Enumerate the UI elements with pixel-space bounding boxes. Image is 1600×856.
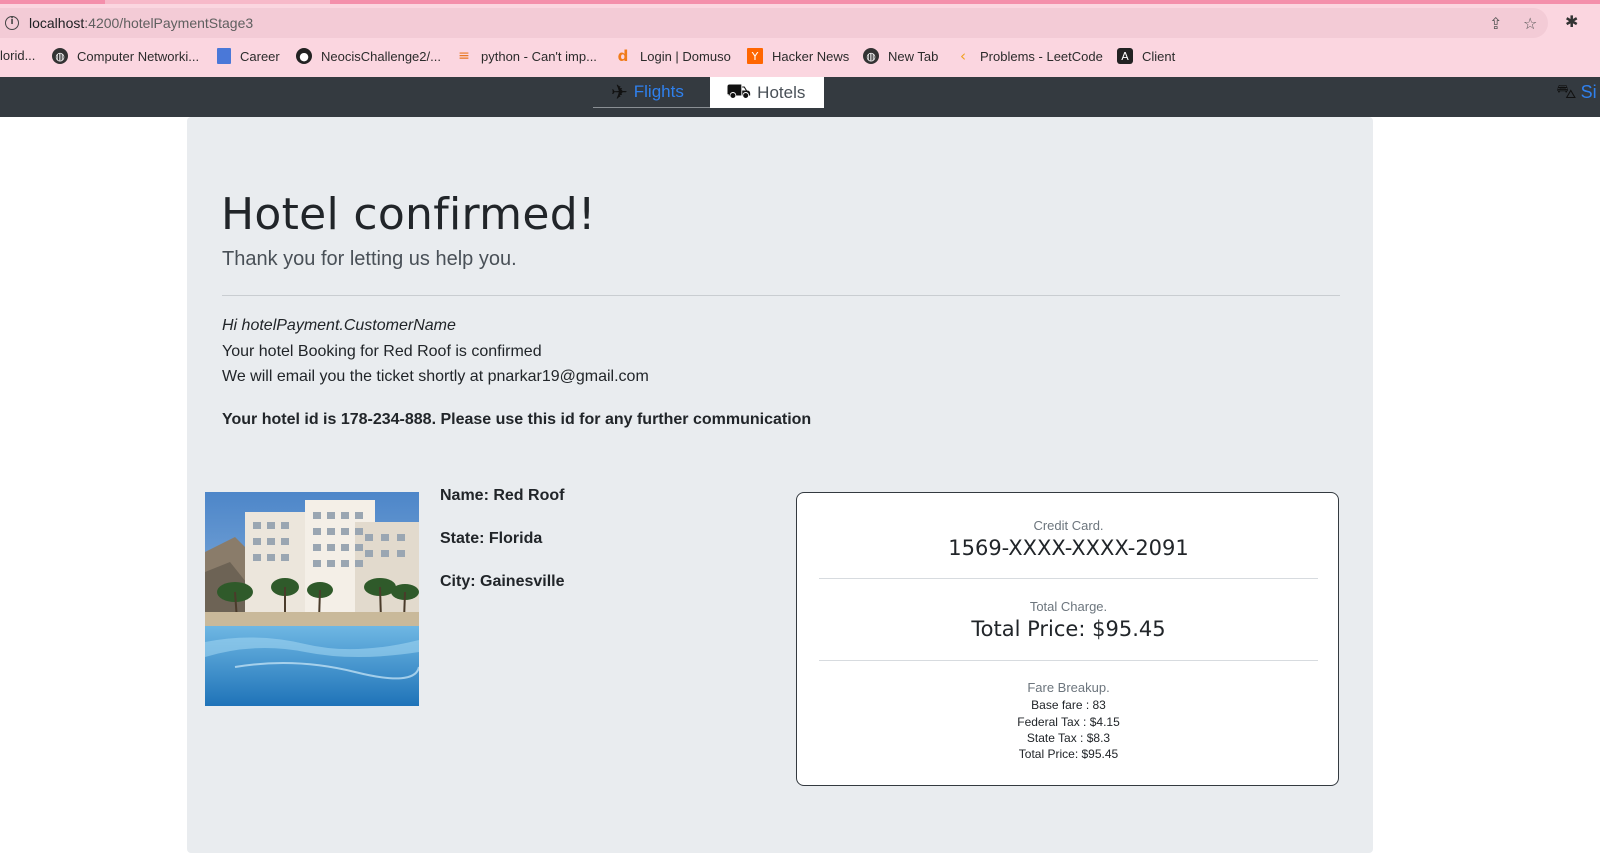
confirmation-panel: Hotel confirmed! Thank you for letting u… <box>187 117 1373 853</box>
address-bar[interactable]: i localhost:4200/hotelPaymentStage3 ⇪ ☆ <box>0 8 1548 38</box>
hotel-id-text: Your hotel id is 178-234-888. Please use… <box>222 411 812 428</box>
fare-breakup-label: Fare Breakup. <box>1027 680 1110 695</box>
card-divider <box>819 578 1318 579</box>
tab-strip <box>0 0 1600 4</box>
github-icon: ● <box>296 48 312 64</box>
bookmark-item[interactable]: Y Hacker News <box>747 48 849 64</box>
plane-icon: ✈ <box>611 80 628 104</box>
stackoverflow-icon: ≡ <box>458 48 470 64</box>
bookmark-item[interactable]: Career <box>217 48 280 64</box>
star-icon[interactable]: ☆ <box>1523 14 1537 33</box>
tab-flights[interactable]: ✈ Flights <box>593 77 710 108</box>
divider <box>222 295 1340 296</box>
browser-chrome: i localhost:4200/hotelPaymentStage3 ⇪ ☆ … <box>0 0 1600 77</box>
bookmark-page-icon <box>217 48 231 64</box>
nav-right-link[interactable]: ⛍ Si <box>1556 79 1597 106</box>
bookmark-item[interactable]: ◍ New Tab <box>863 48 938 64</box>
luggage-icon: ⛟ <box>726 79 752 103</box>
base-fare: Base fare : 83 <box>1031 698 1106 712</box>
tab-indicator[interactable] <box>0 0 105 4</box>
globe-icon: ◍ <box>52 48 68 64</box>
bookmark-item[interactable]: ● NeocisChallenge2/... <box>296 48 441 64</box>
hotel-name: Name: Red Roof <box>440 487 565 504</box>
credit-card-number: 1569-XXXX-XXXX-2091 <box>948 536 1189 560</box>
hackernews-icon: Y <box>747 48 763 64</box>
bookmark-item[interactable]: ≡ python - Can't imp... <box>456 48 597 64</box>
domuso-icon: d <box>617 47 629 65</box>
booking-status-text: Your hotel Booking for Red Roof is confi… <box>222 343 542 360</box>
breakup-total-price: Total Price: $95.45 <box>1018 747 1119 761</box>
app-navbar: ✈ Flights ⛟ Hotels ⛍ Si <box>0 77 1600 117</box>
bookmark-item[interactable]: ‹ Problems - LeetCode <box>955 47 1103 65</box>
tab-hotels[interactable]: ⛟ Hotels <box>710 77 824 108</box>
car-icon: ⛍ <box>1556 79 1577 103</box>
total-charge-value: Total Price: $95.45 <box>971 617 1166 641</box>
bookmark-item[interactable]: d Login | Domuso <box>615 47 731 65</box>
share-icon[interactable]: ⇪ <box>1489 14 1502 33</box>
bookmark-item[interactable]: ◍ Computer Networki... <box>52 48 199 64</box>
site-info-icon[interactable]: i <box>5 16 19 30</box>
federal-tax: Federal Tax : $4.15 <box>1017 715 1120 729</box>
payment-summary-card: Credit Card. 1569-XXXX-XXXX-2091 Total C… <box>796 492 1339 786</box>
globe-icon: ◍ <box>863 48 879 64</box>
extensions-puzzle-icon[interactable]: ✱ <box>1565 12 1578 31</box>
tab-hotels-label: Hotels <box>757 82 806 102</box>
state-tax: State Tax : $8.3 <box>1026 731 1111 745</box>
page-subtitle: Thank you for letting us help you. <box>222 248 517 270</box>
credit-card-label: Credit Card. <box>1033 518 1104 533</box>
card-divider <box>819 660 1318 661</box>
url-text[interactable]: localhost:4200/hotelPaymentStage3 <box>29 15 253 31</box>
bookmark-item[interactable]: lorid... <box>0 48 35 63</box>
page-title: Hotel confirmed! <box>221 189 596 240</box>
email-notice-text: We will email you the ticket shortly at … <box>222 368 649 385</box>
hotel-city: City: Gainesville <box>440 573 565 590</box>
hotel-state: State: Florida <box>440 530 543 547</box>
greeting-text: Hi hotelPayment.CustomerName <box>222 317 456 334</box>
active-tab-indicator[interactable] <box>330 0 1600 4</box>
bookmarks-bar: lorid... ◍ Computer Networki... Career ● N… <box>0 44 1600 70</box>
total-charge-label: Total Charge. <box>1029 599 1108 614</box>
angular-icon: A <box>1117 48 1133 64</box>
tab-flights-label: Flights <box>633 82 684 101</box>
bookmark-item[interactable]: A Client <box>1117 48 1175 64</box>
hotel-image <box>205 492 419 706</box>
leetcode-icon: ‹ <box>960 47 966 65</box>
